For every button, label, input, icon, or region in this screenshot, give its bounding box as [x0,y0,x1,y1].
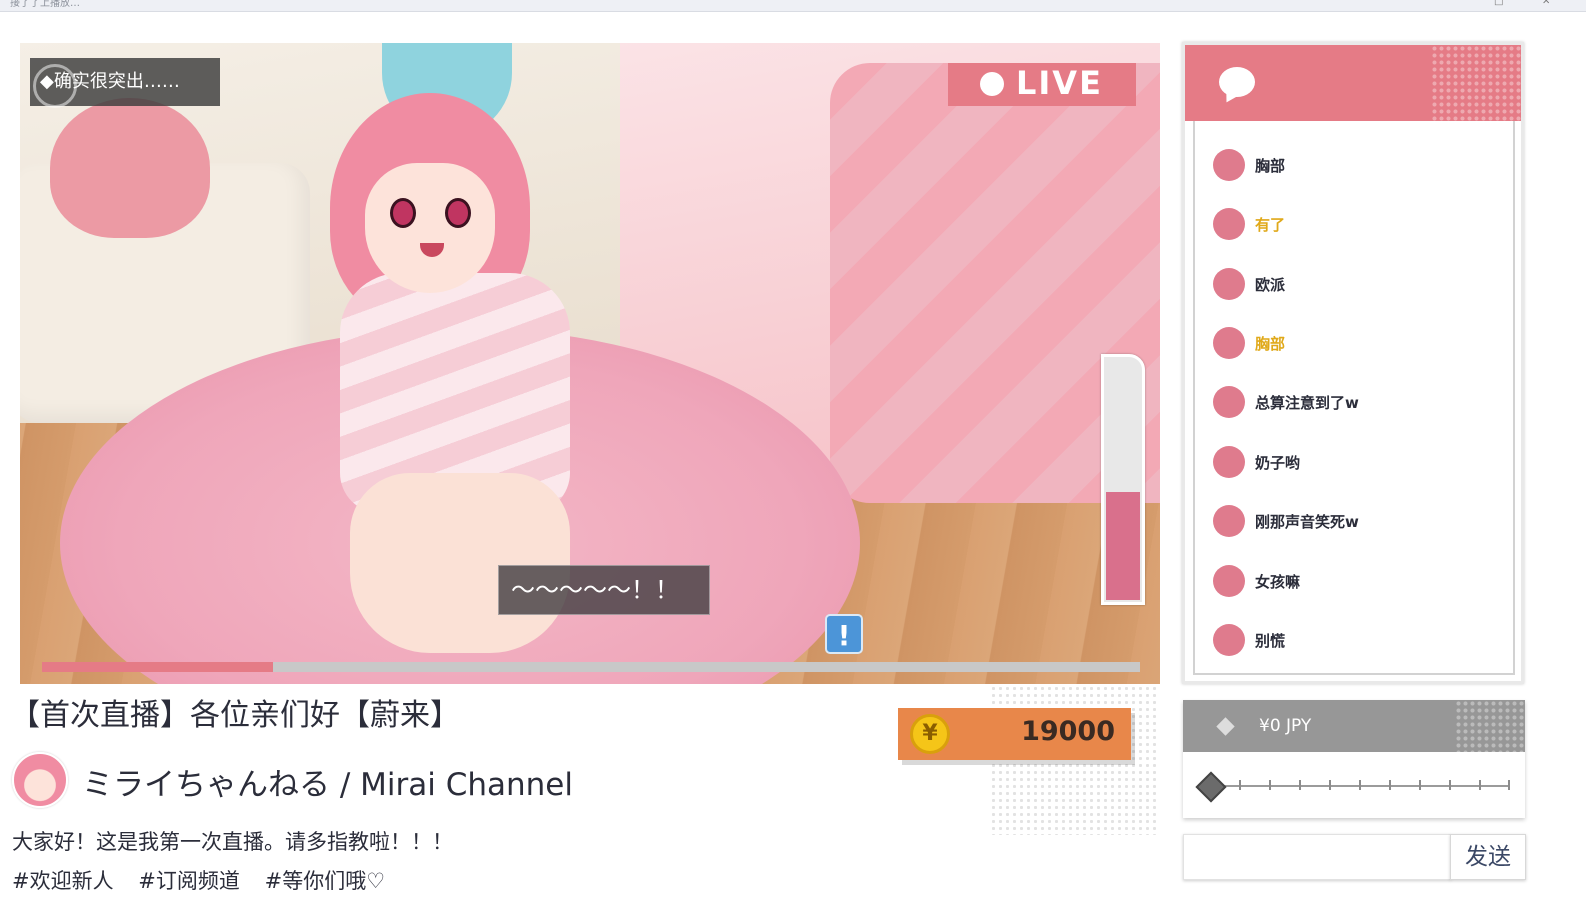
window-title: 接了了上播放… [10,0,80,9]
stream-title: 【首次直播】各位亲们好【蔚来】 [10,698,460,733]
live-dot-icon [980,72,1004,96]
chat-message-text: 奶子哟 [1255,454,1301,472]
user-avatar-icon [1213,505,1245,537]
slider-tick [1389,780,1391,790]
plush-toy-pink [50,98,210,238]
slider-tick [1508,780,1510,790]
stream-tags: #欢迎新人 #订阅频道 #等你们哦♡ [12,865,403,895]
stream-progress-fill [42,662,273,672]
live-label: LIVE [1016,64,1103,102]
tip-header: ¥0 JPY [1183,700,1525,752]
streamer-character[interactable] [320,93,640,653]
speech-bubble[interactable]: ～～～～～！！ [498,565,710,615]
yen-coin-icon: ¥ [910,714,950,754]
chat-message-text: 有了 [1255,216,1286,234]
chat-message-text: 刚那声音笑死w [1255,513,1359,531]
chat-message-text: 别慌 [1255,632,1286,650]
send-button[interactable]: 发送 [1450,834,1526,880]
speech-bubble-icon [1219,67,1255,97]
slider-tick [1299,780,1301,790]
coin-amount: 19000 [1021,716,1115,747]
chat-message-text: 胸部 [1255,157,1286,175]
user-avatar-icon [1213,624,1245,656]
chat-input[interactable] [1183,834,1451,880]
alert-icon[interactable]: ! [825,614,863,654]
tip-amount: ¥0 JPY [1259,716,1312,736]
tag[interactable]: #欢迎新人 [12,869,114,893]
excitement-meter [1101,354,1145,605]
chat-message-list[interactable]: 胸部 有了 欧派 胸部 总算注意到了w 奶子哟 刚那声音笑死w 女孩嘛 别慌 [1193,121,1515,675]
chat-panel: 胸部 有了 欧派 胸部 总算注意到了w 奶子哟 刚那声音笑死w 女孩嘛 别慌 [1182,42,1524,684]
user-avatar-icon [1213,149,1245,181]
close-icon[interactable]: ✕ [1542,0,1550,7]
user-avatar-icon [1213,268,1245,300]
excitement-meter-fill [1106,492,1140,600]
chat-message-text: 胸部 [1255,335,1286,353]
chat-message-text: 总算注意到了w [1255,394,1359,412]
maximize-icon[interactable]: □ [1494,0,1503,7]
chat-message-text: 女孩嘛 [1255,573,1301,591]
coin-balance: ¥ 19000 [898,708,1131,760]
slider-tick [1269,780,1271,790]
channel-avatar[interactable] [12,752,68,808]
chat-message-text: 欧派 [1255,276,1286,294]
user-avatar-icon [1213,446,1245,478]
objective-box: ◆确实很突出…… [30,58,220,108]
slider-tick [1419,780,1421,790]
slider-tick [1479,780,1481,790]
diamond-icon [1216,717,1235,736]
user-avatar-icon [1213,208,1245,240]
stream-progress-bar [42,662,1140,672]
slider-tick [1449,780,1451,790]
slider-tick [1359,780,1361,790]
channel-name[interactable]: ミライちゃんねる / Mirai Channel [82,759,573,804]
user-avatar-icon [1213,386,1245,418]
tip-panel: ¥0 JPY [1183,700,1525,818]
slider-tick [1329,780,1331,790]
user-avatar-icon [1213,565,1245,597]
live-badge: LIVE [948,63,1136,106]
slider-tick [1239,780,1241,790]
tip-slider-handle[interactable] [1195,771,1227,803]
stream-description: 大家好！这是我第一次直播。请多指教啦！！！ [12,830,453,854]
user-avatar-icon [1213,327,1245,359]
tag[interactable]: #等你们哦♡ [265,869,385,893]
window-titlebar: 接了了上播放… □ ✕ [0,0,1586,12]
chat-header [1185,45,1521,121]
tag[interactable]: #订阅频道 [138,869,240,893]
stream-video[interactable]: ◆确实很突出…… LIVE ～～～～～！！ ! [20,43,1160,684]
objective-text: ◆确实很突出…… [40,71,180,92]
